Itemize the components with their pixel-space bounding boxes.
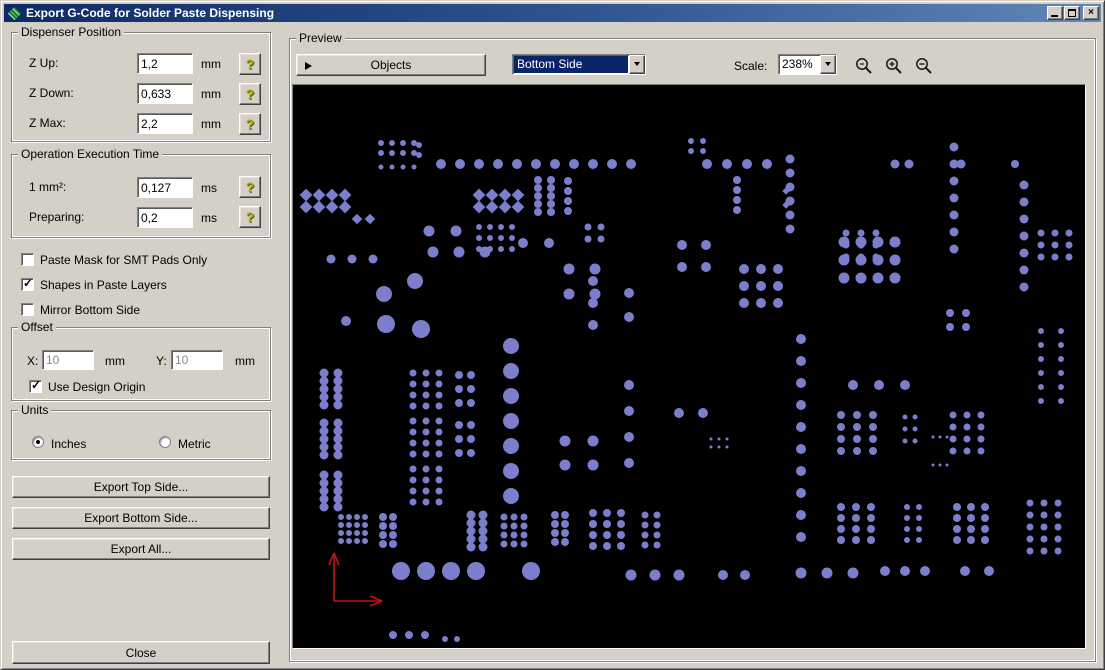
help-icon: ? <box>245 56 255 72</box>
maximize-icon <box>1068 9 1076 17</box>
check-icon: ✓ <box>31 378 42 392</box>
preview-legend: Preview <box>296 32 345 45</box>
offset-legend: Offset <box>18 321 56 334</box>
zoom-out-icon[interactable] <box>914 56 934 76</box>
side-select-value: Bottom Side <box>514 56 628 73</box>
z-up-label: Z Up: <box>29 56 59 70</box>
help-icon: ? <box>245 179 255 195</box>
minimize-button[interactable] <box>1047 6 1063 20</box>
z-up-unit: mm <box>201 57 221 71</box>
inches-radio[interactable] <box>32 436 44 448</box>
pcb-pads-layer <box>299 138 1073 642</box>
close-label: Close <box>125 645 157 660</box>
metric-label: Metric <box>178 437 211 451</box>
help-icon: ? <box>245 86 255 102</box>
maximize-button[interactable] <box>1064 6 1080 20</box>
z-max-input[interactable] <box>137 113 193 134</box>
paste-mask-label: Paste Mask for SMT Pads Only <box>40 253 208 267</box>
zoom-in-icon[interactable] <box>884 56 904 76</box>
play-icon <box>305 62 316 70</box>
preparing-label: Preparing: <box>29 210 85 224</box>
z-down-help-button[interactable]: ? <box>239 83 261 105</box>
preparing-unit: ms <box>201 211 217 225</box>
offset-x-input[interactable] <box>42 350 94 370</box>
minimize-icon <box>1051 15 1058 17</box>
mirror-bottom-label: Mirror Bottom Side <box>40 303 141 317</box>
side-select[interactable]: Bottom Side <box>512 54 646 75</box>
chevron-down-icon[interactable] <box>820 55 836 74</box>
scale-label: Scale: <box>734 59 768 73</box>
preparing-input[interactable] <box>137 207 193 228</box>
shapes-paste-checkbox[interactable]: ✓ <box>21 276 34 291</box>
objects-label: Objects <box>370 58 412 72</box>
use-design-origin-label: Use Design Origin <box>48 380 146 394</box>
z-up-help-button[interactable]: ? <box>239 53 261 75</box>
export-all-label: Export All... <box>110 542 172 556</box>
mm2-input[interactable] <box>137 177 193 198</box>
export-gcode-dialog: Export G-Code for Solder Paste Dispensin… <box>0 0 1105 670</box>
export-top-side-label: Export Top Side... <box>93 480 189 494</box>
help-icon: ? <box>245 116 255 132</box>
export-bottom-side-label: Export Bottom Side... <box>84 511 198 525</box>
chevron-down-icon[interactable] <box>629 55 645 74</box>
objects-button[interactable]: Objects <box>296 54 486 76</box>
title-bar[interactable]: Export G-Code for Solder Paste Dispensin… <box>4 4 1101 22</box>
close-window-button[interactable]: × <box>1083 6 1099 20</box>
close-icon: × <box>1088 7 1094 18</box>
mm2-label: 1 mm²: <box>29 180 67 194</box>
check-icon: ✓ <box>23 276 34 290</box>
mm2-unit: ms <box>201 181 217 195</box>
z-down-label: Z Down: <box>29 86 74 100</box>
offset-y-label: Y: <box>156 354 167 368</box>
app-icon <box>7 6 22 20</box>
z-max-label: Z Max: <box>29 116 66 130</box>
dispenser-position-legend: Dispenser Position <box>18 26 125 39</box>
metric-radio[interactable] <box>159 436 171 448</box>
use-design-origin-checkbox[interactable]: ✓ <box>29 378 42 393</box>
units-legend: Units <box>18 404 52 417</box>
scale-select[interactable]: 238% <box>778 54 837 75</box>
export-top-side-button[interactable]: Export Top Side... <box>12 476 270 498</box>
inches-label: Inches <box>51 437 87 451</box>
preview-canvas[interactable] <box>292 84 1086 649</box>
export-bottom-side-button[interactable]: Export Bottom Side... <box>12 507 270 529</box>
preparing-help-button[interactable]: ? <box>239 206 261 228</box>
mm2-help-button[interactable]: ? <box>239 176 261 198</box>
units-group: Units <box>11 404 271 460</box>
offset-x-unit: mm <box>105 354 125 368</box>
radio-dot-icon <box>36 440 40 444</box>
z-down-unit: mm <box>201 87 221 101</box>
z-down-input[interactable] <box>137 83 193 104</box>
paste-mask-checkbox[interactable]: ✓ <box>21 253 34 266</box>
offset-y-unit: mm <box>235 354 255 368</box>
offset-x-label: X: <box>27 354 39 368</box>
z-max-unit: mm <box>201 117 221 131</box>
operation-time-legend: Operation Execution Time <box>18 148 163 161</box>
offset-y-input[interactable] <box>171 350 223 370</box>
export-all-button[interactable]: Export All... <box>12 538 270 560</box>
mirror-bottom-checkbox[interactable]: ✓ <box>21 303 34 316</box>
z-up-input[interactable] <box>137 53 193 74</box>
help-icon: ? <box>245 209 255 225</box>
window-title: Export G-Code for Solder Paste Dispensin… <box>26 6 275 20</box>
shapes-paste-label: Shapes in Paste Layers <box>40 278 167 292</box>
zoom-window-icon[interactable] <box>854 56 874 76</box>
close-button[interactable]: Close <box>12 641 270 664</box>
z-max-help-button[interactable]: ? <box>239 113 261 135</box>
scale-value: 238% <box>782 57 813 71</box>
